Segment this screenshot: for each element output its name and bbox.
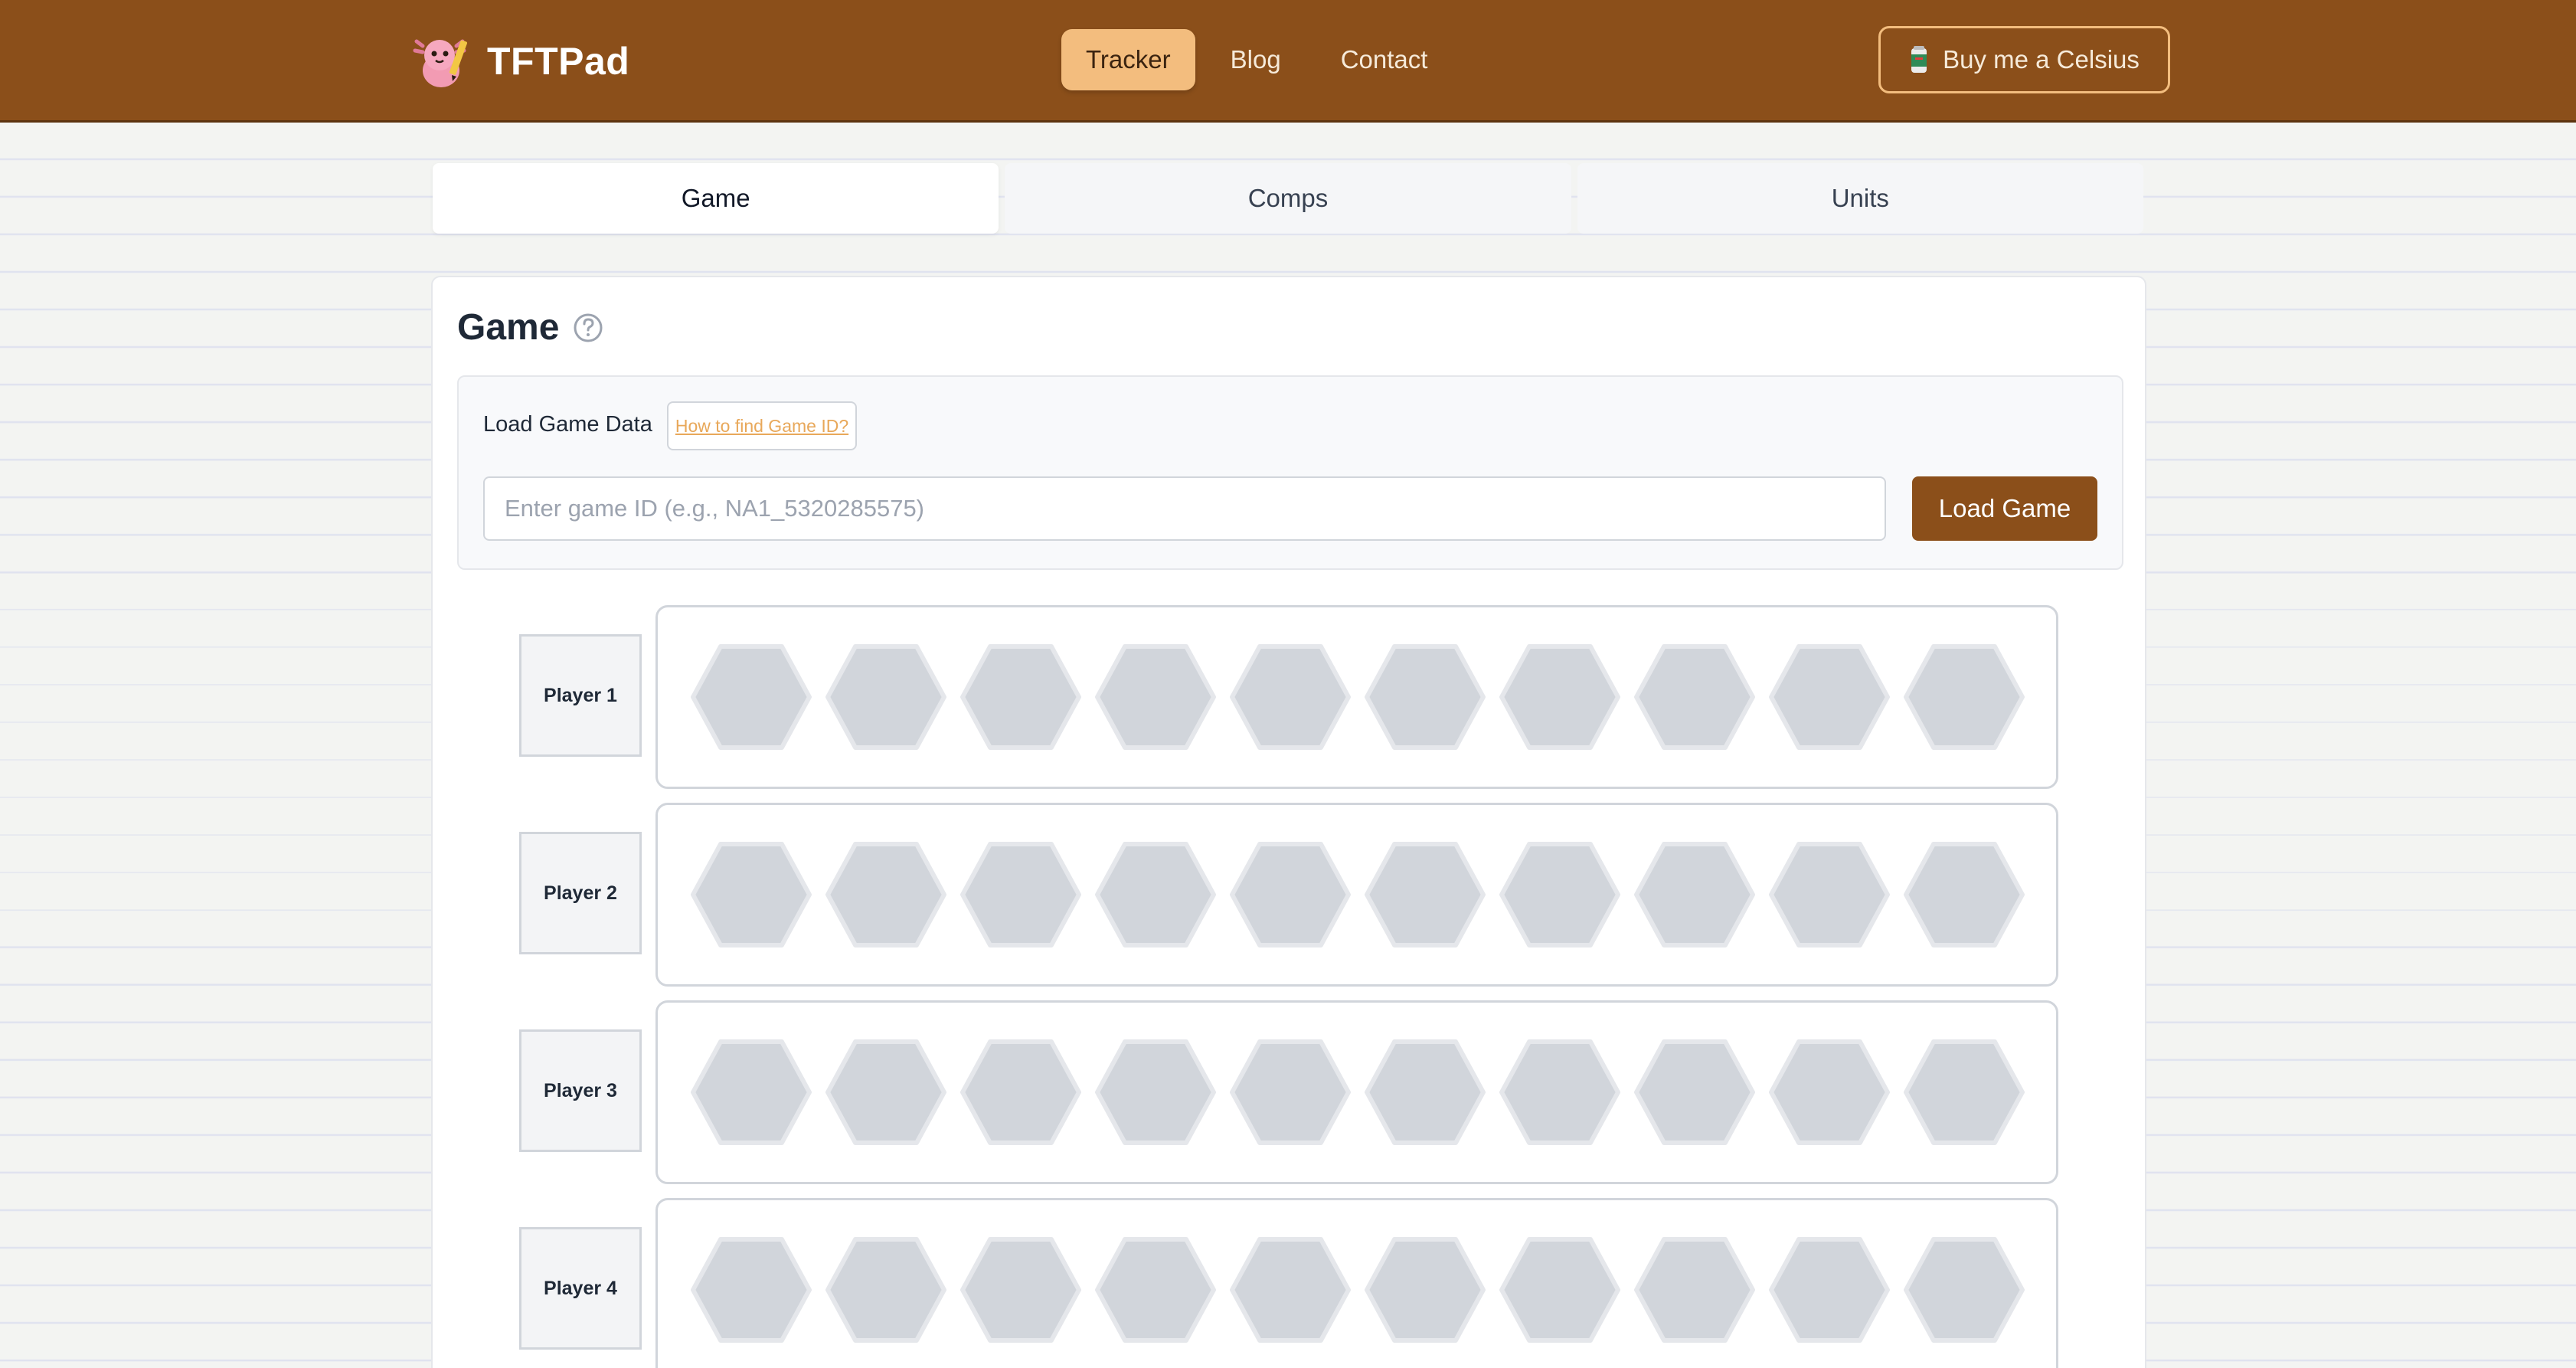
site-header: TFTPad Tracker Blog Contact Buy me a Cel… [0,0,2576,123]
unit-slot-hexagon[interactable] [1903,1236,2025,1343]
unit-slot-hexagon[interactable] [1094,643,1217,751]
view-tabs: Game Comps Units [433,163,2143,234]
unit-slot-hexagon[interactable] [959,643,1082,751]
cta-label: Buy me a Celsius [1943,45,2140,74]
unit-slot-hexagon[interactable] [1229,1236,1352,1343]
nav-contact[interactable]: Contact [1316,29,1453,90]
unit-slot-hexagon[interactable] [1499,643,1621,751]
unit-slot-hexagon[interactable] [1364,1039,1486,1146]
unit-slot-hexagon[interactable] [690,1039,812,1146]
unit-slot-hexagon[interactable] [690,643,812,751]
unit-slot-hexagon[interactable] [1094,1039,1217,1146]
player-boards: Player 1 Player 2 Player 3 Player 4 [519,605,2060,1368]
question-circle-icon[interactable] [573,313,603,343]
celsius-can-icon [1911,46,1927,73]
unit-slot-hexagon[interactable] [1229,1039,1352,1146]
nav-tracker[interactable]: Tracker [1061,29,1195,90]
unit-slot-hexagon[interactable] [825,1039,947,1146]
unit-slot-hexagon[interactable] [1364,1236,1486,1343]
unit-slot-hexagon[interactable] [1633,1039,1756,1146]
unit-slot-hexagon[interactable] [825,1236,947,1343]
unit-slot-hexagon[interactable] [1768,643,1891,751]
unit-slot-hexagon[interactable] [1499,841,1621,948]
tab-units[interactable]: Units [1577,163,2143,234]
unit-slot-hexagon[interactable] [1229,841,1352,948]
unit-slot-hexagon[interactable] [1768,1236,1891,1343]
player-row: Player 4 [519,1198,2060,1368]
buy-me-a-celsius-button[interactable]: Buy me a Celsius [1878,26,2170,93]
unit-slot-hexagon[interactable] [1499,1236,1621,1343]
unit-board [655,1198,2058,1368]
unit-board [655,605,2058,789]
brand-name: TFTPad [487,40,630,83]
unit-slot-hexagon[interactable] [825,643,947,751]
unit-slot-hexagon[interactable] [1768,1039,1891,1146]
unit-slot-hexagon[interactable] [959,1236,1082,1343]
player-label[interactable]: Player 2 [519,832,642,954]
tab-game[interactable]: Game [433,163,999,234]
card-header: Game [457,306,603,349]
unit-slot-hexagon[interactable] [1903,643,2025,751]
unit-slot-hexagon[interactable] [959,841,1082,948]
game-id-input[interactable] [483,476,1886,541]
unit-slot-hexagon[interactable] [1633,841,1756,948]
brand-logo[interactable]: TFTPad [409,29,629,93]
unit-board [655,803,2058,987]
player-label[interactable]: Player 3 [519,1029,642,1152]
unit-board [655,1000,2058,1184]
player-row: Player 1 [519,605,2060,789]
player-row: Player 2 [519,803,2060,987]
load-game-button[interactable]: Load Game [1912,476,2097,541]
axolotl-mascot-icon [413,39,468,87]
game-card: Game Load Game Data How to find Game ID?… [431,276,2146,1368]
how-to-find-game-id-link[interactable]: How to find Game ID? [667,401,857,450]
page-title: Game [457,307,560,348]
unit-slot-hexagon[interactable] [690,841,812,948]
unit-slot-hexagon[interactable] [1094,1236,1217,1343]
player-label[interactable]: Player 1 [519,634,642,757]
unit-slot-hexagon[interactable] [1633,643,1756,751]
player-row: Player 3 [519,1000,2060,1184]
unit-slot-hexagon[interactable] [1633,1236,1756,1343]
nav-blog[interactable]: Blog [1206,29,1306,90]
tab-comps[interactable]: Comps [1005,163,1571,234]
unit-slot-hexagon[interactable] [959,1039,1082,1146]
load-game-label: Load Game Data [483,412,652,437]
unit-slot-hexagon[interactable] [1903,841,2025,948]
unit-slot-hexagon[interactable] [1364,841,1486,948]
load-game-panel: Load Game Data How to find Game ID? Load… [457,375,2123,570]
unit-slot-hexagon[interactable] [825,841,947,948]
unit-slot-hexagon[interactable] [1094,841,1217,948]
player-label[interactable]: Player 4 [519,1227,642,1350]
unit-slot-hexagon[interactable] [1229,643,1352,751]
unit-slot-hexagon[interactable] [1768,841,1891,948]
unit-slot-hexagon[interactable] [1364,643,1486,751]
unit-slot-hexagon[interactable] [1903,1039,2025,1146]
main-nav: Tracker Blog Contact [1061,29,1463,90]
unit-slot-hexagon[interactable] [1499,1039,1621,1146]
unit-slot-hexagon[interactable] [690,1236,812,1343]
